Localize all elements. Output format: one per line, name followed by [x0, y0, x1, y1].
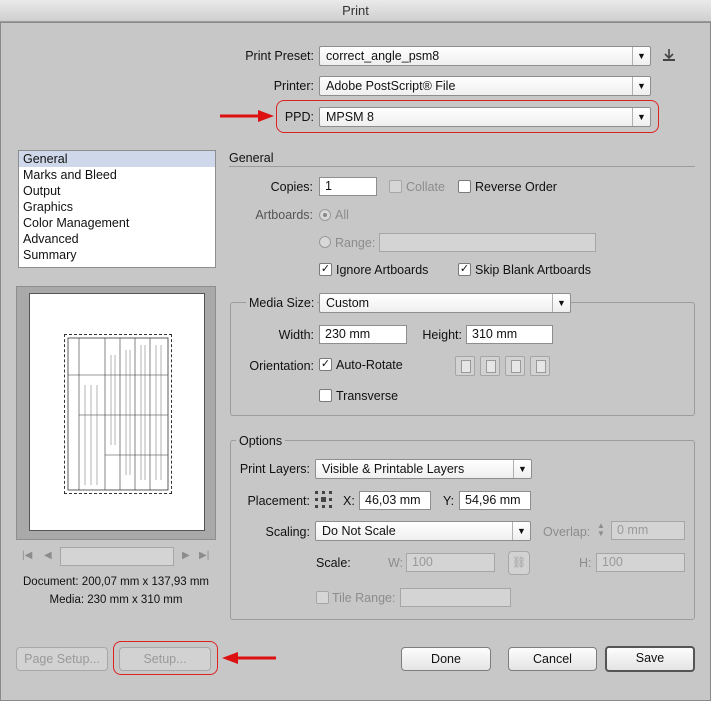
landscape-flipped-icon[interactable] [530, 356, 550, 376]
cancel-button[interactable]: Cancel [508, 647, 597, 671]
all-artboards-radio[interactable] [319, 209, 331, 221]
placement-label: Placement: [247, 494, 310, 508]
transverse-checkbox[interactable] [319, 389, 332, 402]
sidebar-item-color-management[interactable]: Color Management [19, 215, 215, 231]
print-preset-label: Print Preset: [245, 49, 314, 63]
range-radio[interactable] [319, 236, 331, 248]
media-size-select[interactable]: Custom ▼ [319, 293, 571, 313]
transverse-label: Transverse [336, 389, 399, 403]
all-artboards-label: All [335, 208, 349, 222]
chain-link-icon[interactable]: ⛓ [508, 551, 530, 575]
artboards-label: Artboards: [255, 208, 313, 222]
print-layers-select[interactable]: Visible & Printable Layers ▼ [315, 459, 532, 479]
chevron-down-icon: ▼ [552, 294, 570, 312]
tile-range-checkbox[interactable] [316, 591, 329, 604]
chevron-down-icon: ▼ [513, 460, 531, 478]
orientation-label: Orientation: [249, 359, 314, 373]
landscape-icon[interactable] [480, 356, 500, 376]
width-field[interactable]: 230 mm [319, 325, 407, 344]
ppd-highlight-annotation [276, 100, 659, 133]
auto-rotate-label: Auto-Rotate [336, 358, 403, 372]
last-page-icon[interactable]: ▶| [199, 550, 209, 561]
sidebar-item-summary[interactable]: Summary [19, 247, 215, 263]
sidebar-item-marks-and-bleed[interactable]: Marks and Bleed [19, 167, 215, 183]
portrait-flipped-icon[interactable] [505, 356, 525, 376]
tile-range-field[interactable] [400, 588, 511, 607]
print-preset-select[interactable]: correct_angle_psm8 ▼ [319, 46, 651, 66]
sidebar-item-graphics[interactable]: Graphics [19, 199, 215, 215]
next-page-icon[interactable]: ▶ [182, 550, 190, 561]
page-setup-button[interactable]: Page Setup... [16, 647, 108, 671]
general-heading: General [229, 151, 274, 165]
printer-select[interactable]: Adobe PostScript® File ▼ [319, 76, 651, 96]
chevron-down-icon: ▼ [512, 522, 530, 540]
auto-rotate-checkbox[interactable]: ✓ [319, 358, 332, 371]
scaling-label: Scaling: [265, 525, 310, 539]
page-slider[interactable] [60, 547, 174, 566]
height-label: Height: [422, 328, 462, 342]
scaling-select[interactable]: Do Not Scale ▼ [315, 521, 531, 541]
done-button[interactable]: Done [401, 647, 491, 671]
copies-field[interactable]: 1 [319, 177, 377, 196]
setup-highlight-annotation [113, 641, 218, 675]
tile-range-label: Tile Range: [332, 591, 396, 605]
window-titlebar: Print [0, 0, 711, 22]
overlap-label: Overlap: [543, 525, 591, 539]
x-label: X: [343, 494, 355, 508]
portrait-icon[interactable] [455, 356, 475, 376]
document-size-text: Document: 200,07 mm x 137,93 mm [23, 576, 209, 588]
placement-grid-icon[interactable] [314, 490, 334, 510]
collate-label: Collate [406, 180, 445, 194]
scale-w-field[interactable]: 100 [406, 553, 495, 572]
scale-label: Scale: [316, 556, 351, 570]
first-page-icon[interactable]: |◀ [22, 550, 32, 561]
overlap-field[interactable]: 0 mm [611, 521, 685, 540]
category-list: General Marks and Bleed Output Graphics … [18, 150, 216, 268]
collate-checkbox[interactable] [389, 180, 402, 193]
ignore-artboards-label: Ignore Artboards [336, 263, 429, 277]
print-preview[interactable] [16, 286, 216, 540]
arrow-right-icon [220, 110, 274, 122]
save-button[interactable]: Save [605, 646, 695, 672]
overlap-stepper-icon[interactable]: ▲ ▼ [597, 522, 605, 538]
chevron-down-icon: ▼ [632, 47, 650, 65]
scale-h-label: H: [579, 556, 592, 570]
height-field[interactable]: 310 mm [466, 325, 553, 344]
skip-blank-artboards-label: Skip Blank Artboards [475, 263, 592, 277]
sidebar-item-advanced[interactable]: Advanced [19, 231, 215, 247]
x-field[interactable]: 46,03 mm [359, 491, 431, 510]
width-label: Width: [278, 328, 314, 342]
chevron-down-icon: ▼ [632, 77, 650, 95]
window-title: Print [342, 3, 369, 18]
sidebar-item-general[interactable]: General [19, 151, 215, 167]
reverse-order-checkbox[interactable] [458, 180, 471, 193]
arrow-left-icon [222, 652, 276, 664]
scale-h-field[interactable]: 100 [596, 553, 685, 572]
printer-label: Printer: [273, 79, 314, 93]
copies-label: Copies: [270, 180, 313, 194]
scale-w-label: W: [388, 556, 404, 570]
prev-page-icon[interactable]: ◀ [44, 550, 52, 561]
media-size-text: Media: 230 mm x 310 mm [49, 594, 183, 606]
range-label: Range: [335, 236, 376, 250]
y-label: Y: [443, 494, 455, 508]
ignore-artboards-checkbox[interactable]: ✓ [319, 263, 332, 276]
general-divider [229, 166, 695, 167]
preview-page [29, 293, 205, 531]
print-layers-label: Print Layers: [239, 462, 310, 476]
sidebar-item-output[interactable]: Output [19, 183, 215, 199]
skip-blank-artboards-checkbox[interactable]: ✓ [458, 263, 471, 276]
range-field[interactable] [379, 233, 596, 252]
preview-document-thumbnail [64, 334, 172, 494]
y-field[interactable]: 54,96 mm [459, 491, 531, 510]
reverse-order-label: Reverse Order [475, 180, 557, 194]
media-size-label: Media Size: [246, 296, 318, 310]
options-heading: Options [236, 434, 286, 448]
save-preset-icon[interactable] [661, 47, 677, 63]
